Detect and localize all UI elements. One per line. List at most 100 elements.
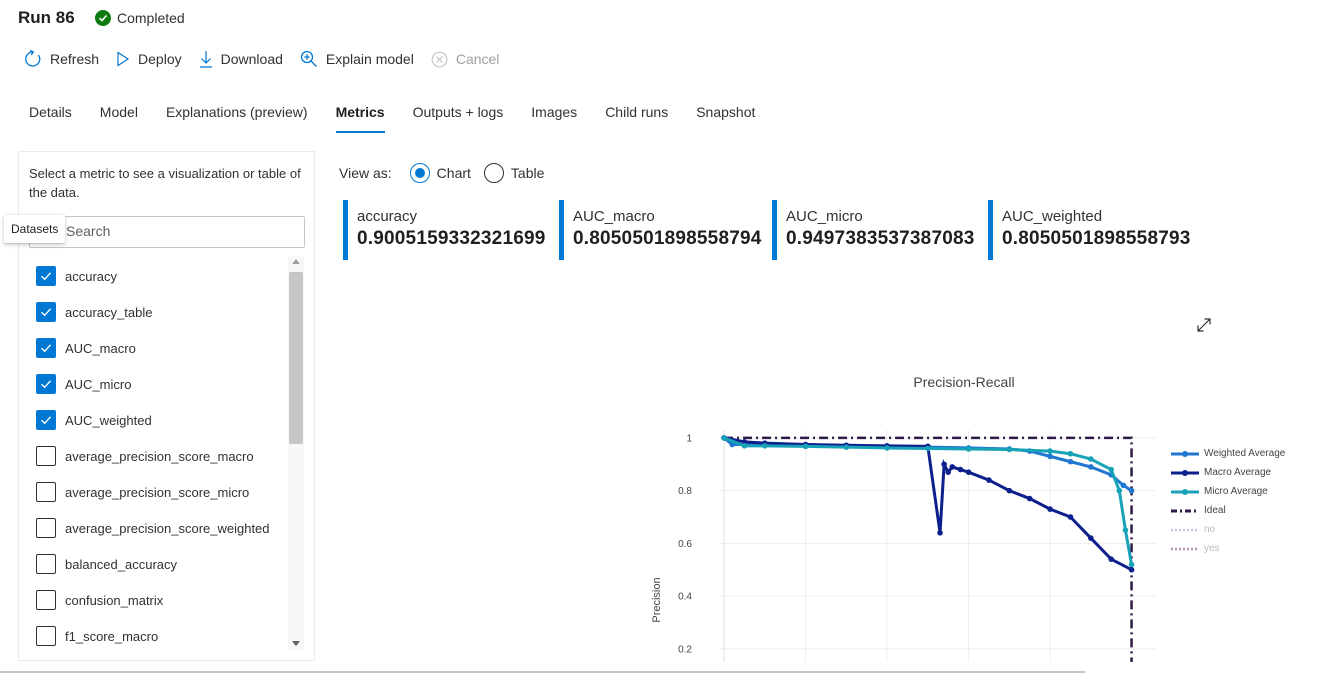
data-point <box>1067 450 1074 457</box>
data-point <box>965 469 972 475</box>
data-point <box>1047 453 1053 460</box>
metric-label: AUC_weighted <box>65 412 152 428</box>
metric-item-accuracy[interactable]: accuracy <box>36 258 286 294</box>
metric-label: AUC_macro <box>65 340 136 356</box>
tab-outputs-logs[interactable]: Outputs + logs <box>413 103 504 133</box>
data-point <box>802 443 809 450</box>
checkbox-unchecked[interactable] <box>36 554 56 574</box>
data-point <box>741 443 748 449</box>
legend-label: Weighted Average <box>1204 448 1286 459</box>
checkmark-icon <box>41 344 52 353</box>
panel-hint-text: Select a metric to see a visualization o… <box>29 166 301 200</box>
data-point <box>949 464 956 470</box>
legend-item[interactable]: Macro Average <box>1170 463 1285 482</box>
checkmark-icon <box>41 416 52 425</box>
metric-card-value: 0.9005159332321699 <box>357 228 546 249</box>
checkmark-circle-icon <box>95 10 111 26</box>
metric-item-average-precision-score-weighted[interactable]: average_precision_score_weighted <box>36 510 286 546</box>
y-tick-label: 0.8 <box>678 486 692 497</box>
explain-model-label: Explain model <box>325 51 414 67</box>
metric-label: confusion_matrix <box>65 592 164 608</box>
legend-item[interactable]: Weighted Average <box>1170 444 1285 463</box>
run-title: Run 86 <box>18 8 75 27</box>
radio-label: Chart <box>436 165 471 181</box>
metric-card-auc-macro: AUC_macro 0.8050501898558794 <box>559 200 768 260</box>
deploy-label: Deploy <box>138 51 182 67</box>
checkbox-checked[interactable] <box>36 374 56 394</box>
data-point <box>762 443 768 449</box>
scroll-thumb[interactable] <box>289 272 303 444</box>
data-point <box>1047 448 1053 454</box>
metric-item-f1-score-macro[interactable]: f1_score_macro <box>36 618 286 654</box>
legend-item[interactable]: yes <box>1170 539 1285 558</box>
metric-cards: accuracy 0.9005159332321699 AUC_macro 0.… <box>343 200 1207 260</box>
cancel-button[interactable]: Cancel <box>431 51 500 68</box>
y-tick-label: 0.2 <box>678 644 692 655</box>
metric-item-confusion-matrix[interactable]: confusion_matrix <box>36 582 286 618</box>
checkbox-unchecked[interactable] <box>36 590 56 610</box>
search-input[interactable] <box>66 223 296 239</box>
metric-card-auc-micro: AUC_micro 0.9497383537387083 <box>772 200 984 260</box>
data-point <box>1088 456 1094 462</box>
checkbox-unchecked[interactable] <box>36 446 56 466</box>
metric-label: average_precision_score_macro <box>65 448 254 464</box>
data-point <box>1116 487 1123 494</box>
radio-selected[interactable] <box>409 163 430 183</box>
checkbox-unchecked[interactable] <box>36 518 56 538</box>
legend-item[interactable]: no <box>1170 520 1285 539</box>
legend-item[interactable]: Micro Average <box>1170 482 1285 501</box>
metric-item-auc-micro[interactable]: AUC_micro <box>36 366 286 402</box>
checkbox-unchecked[interactable] <box>36 626 56 646</box>
series-line-macro-average <box>723 436 1133 572</box>
checkbox-checked[interactable] <box>36 266 56 286</box>
metric-item-auc-weighted[interactable]: AUC_weighted <box>36 402 286 438</box>
checkbox-checked[interactable] <box>36 410 56 430</box>
radio-unselected[interactable] <box>483 163 504 183</box>
checkbox-unchecked[interactable] <box>36 482 56 502</box>
legend-label: Macro Average <box>1204 467 1272 478</box>
tab-model[interactable]: Model <box>100 103 138 133</box>
command-toolbar: Refresh Deploy Download Explain model Ca… <box>24 48 516 70</box>
metric-card-name: AUC_macro <box>573 208 655 225</box>
search-box[interactable] <box>29 216 305 248</box>
tab-child-runs[interactable]: Child runs <box>605 103 668 133</box>
metric-card-name: AUC_weighted <box>1002 208 1103 225</box>
checkbox-checked[interactable] <box>36 302 56 322</box>
tab-snapshot[interactable]: Snapshot <box>696 103 755 133</box>
y-axis-label: Precision <box>651 577 663 622</box>
checkbox-checked[interactable] <box>36 338 56 358</box>
metric-item-accuracy-table[interactable]: accuracy_table <box>36 294 286 330</box>
view-as-table-radio[interactable]: Table <box>483 163 544 183</box>
refresh-button[interactable]: Refresh <box>24 50 99 68</box>
data-point <box>1128 561 1135 568</box>
data-point <box>884 445 890 451</box>
tab-images[interactable]: Images <box>531 103 577 133</box>
view-as-chart-radio[interactable]: Chart <box>409 163 471 183</box>
datasets-tooltip: Datasets <box>4 215 66 243</box>
metric-item-average-precision-score-micro[interactable]: average_precision_score_micro <box>36 474 286 510</box>
metric-item-average-precision-score-macro[interactable]: average_precision_score_macro <box>36 438 286 474</box>
scroll-up-arrow-icon[interactable] <box>292 259 300 264</box>
tab-details[interactable]: Details <box>29 103 72 133</box>
cancel-label: Cancel <box>455 51 500 67</box>
zoom-in-icon <box>300 50 317 67</box>
legend-label: no <box>1204 524 1216 535</box>
deploy-button[interactable]: Deploy <box>116 51 182 67</box>
view-as-label: View as: <box>339 165 392 181</box>
metric-item-auc-macro[interactable]: AUC_macro <box>36 330 286 366</box>
checkmark-icon <box>41 308 52 317</box>
data-point <box>1026 495 1033 502</box>
data-point <box>1067 458 1074 465</box>
run-status: Completed <box>95 10 185 26</box>
download-button[interactable]: Download <box>199 50 283 68</box>
metric-list-scrollbar[interactable] <box>288 256 304 650</box>
legend-item[interactable]: Ideal <box>1170 501 1285 520</box>
tab-metrics[interactable]: Metrics <box>335 103 385 133</box>
expand-icon[interactable] <box>1195 316 1213 334</box>
metric-label: accuracy_table <box>65 304 153 320</box>
tab-explanations[interactable]: Explanations (preview) <box>166 103 308 133</box>
metric-item-balanced-accuracy[interactable]: balanced_accuracy <box>36 546 286 582</box>
view-as-group: View as: Chart Table <box>339 162 557 184</box>
scroll-down-arrow-icon[interactable] <box>292 641 300 646</box>
explain-model-button[interactable]: Explain model <box>300 50 414 68</box>
